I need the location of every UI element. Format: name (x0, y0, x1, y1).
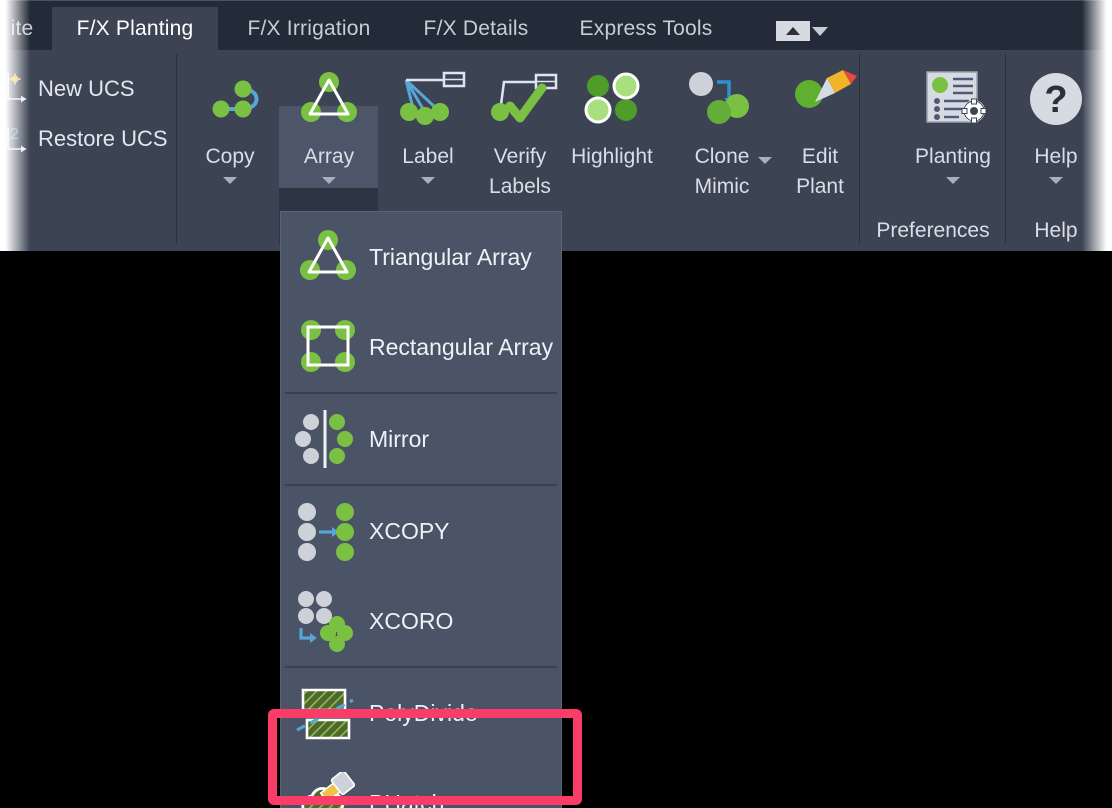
right-edge-fade (1082, 0, 1112, 251)
xcopy-icon (291, 494, 365, 568)
xcoro-icon (291, 584, 365, 658)
menu-item-label: Rectangular Array (369, 333, 554, 360)
menu-item-xcoro[interactable]: XCORO (281, 576, 561, 666)
menu-item-label: XCORO (369, 607, 454, 634)
minimize-ribbon-button[interactable] (776, 21, 810, 41)
chevron-down-icon[interactable] (322, 177, 336, 185)
ribbon-button-label: Verify Labels (489, 145, 551, 199)
ribbon-button-label: Copy (205, 145, 255, 168)
svg-text:?: ? (1044, 79, 1067, 121)
polydivide-icon (291, 676, 365, 750)
tab-fx-irrigation[interactable]: F/X Irrigation (224, 7, 394, 50)
menu-item-xcopy[interactable]: XCOPY (281, 486, 561, 576)
menu-item-label: Triangular Array (369, 243, 532, 270)
ribbon-button-label: Highlight (571, 145, 653, 168)
chevron-down-icon[interactable] (1049, 177, 1063, 185)
tab-label: F/X Planting (76, 16, 194, 40)
new-ucs-label: New UCS (38, 76, 135, 101)
menu-item-triangular-array[interactable]: Triangular Array (281, 212, 561, 302)
menu-item-mirror[interactable]: Mirror (281, 394, 561, 484)
screenshot-root: ite F/X Planting F/X Irrigation F/X Deta… (0, 0, 1112, 808)
triangle-up-icon (786, 27, 800, 35)
chevron-down-icon[interactable] (812, 27, 828, 36)
chevron-down-icon[interactable] (223, 177, 237, 185)
phatch-icon (291, 766, 365, 808)
tabstrip-top-rule (0, 0, 1112, 1)
highlight-plant-icon (562, 60, 662, 138)
ribbon-button-label: Array (303, 145, 355, 168)
tab-label: F/X Details (423, 16, 529, 40)
planting-preferences-icon (880, 60, 1026, 138)
ribbon-button-clone-mimic[interactable]: Clone Mimic (672, 56, 772, 244)
array-dropdown-menu: Triangular Array Rectangular Array Mirro… (280, 211, 562, 808)
ribbon-button-edit-plant[interactable]: Edit Plant (770, 56, 870, 244)
left-edge-fade (0, 0, 30, 251)
ribbon-button-label: Help (1034, 145, 1078, 168)
tab-express-tools[interactable]: Express Tools (558, 7, 734, 50)
menu-item-rectangular-array[interactable]: Rectangular Array (281, 302, 561, 392)
menu-item-label: PHatch (369, 789, 445, 808)
tab-label: Express Tools (579, 16, 713, 40)
chevron-down-icon[interactable] (421, 177, 435, 185)
chevron-down-icon[interactable] (946, 177, 960, 185)
menu-item-phatch[interactable]: PHatch (281, 758, 561, 808)
panel-title-preferences: Preferences (876, 219, 990, 242)
menu-item-label: PolyDivide (369, 699, 478, 726)
tab-label: F/X Irrigation (247, 16, 371, 40)
ribbon-button-copy[interactable]: Copy (180, 56, 280, 244)
menu-item-polydivide[interactable]: PolyDivide (281, 668, 561, 758)
ribbon-tab-strip: ite F/X Planting F/X Irrigation F/X Deta… (0, 0, 1112, 50)
mirror-icon (291, 402, 365, 476)
restore-ucs-label: Restore UCS (38, 126, 168, 151)
edit-plant-icon (770, 60, 870, 138)
ribbon-button-label: Edit Plant (796, 145, 844, 199)
menu-item-label: Mirror (369, 425, 430, 452)
label-plant-icon (378, 60, 478, 138)
ribbon-button-highlight[interactable]: Highlight (562, 56, 662, 244)
tab-fx-details[interactable]: F/X Details (400, 7, 552, 50)
rectangular-array-icon (291, 310, 365, 384)
ribbon-button-label: Planting (915, 145, 991, 168)
ribbon-button-label: Clone Mimic (694, 145, 750, 199)
panel-divider (176, 54, 177, 244)
verify-labels-icon (470, 60, 570, 138)
menu-item-label: XCOPY (369, 517, 450, 544)
restore-ucs-command[interactable]: 2 Restore UCS (6, 122, 168, 156)
triangular-array-icon (291, 220, 365, 294)
ribbon-button-label: Label (402, 145, 454, 168)
triangular-array-icon (279, 60, 379, 138)
copy-plant-icon (180, 60, 280, 138)
ribbon-button-planting-preferences[interactable]: Planting (880, 56, 1026, 244)
tab-fx-planting[interactable]: F/X Planting (52, 7, 218, 50)
clone-mimic-icon (672, 60, 772, 138)
